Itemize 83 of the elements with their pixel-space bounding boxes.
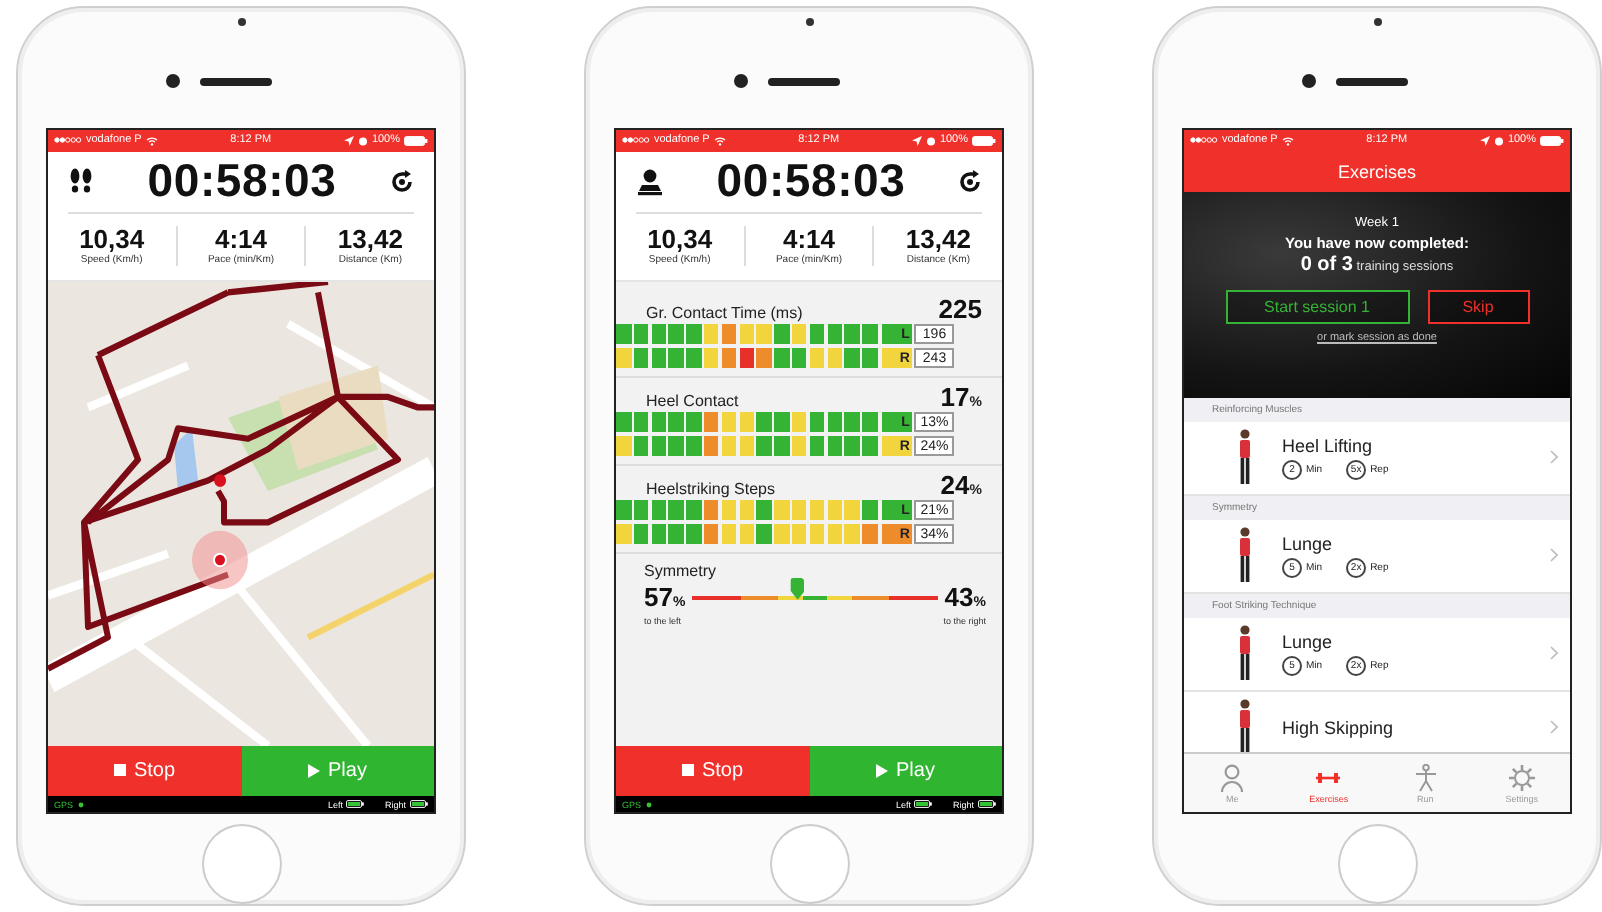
home-button[interactable] — [1337, 824, 1417, 904]
alarm-icon — [925, 135, 936, 146]
right-battery-icon — [978, 800, 996, 809]
exercise-figure — [1236, 623, 1254, 684]
stop-button[interactable]: Stop — [48, 745, 241, 796]
location-icon — [911, 135, 922, 146]
play-icon — [876, 763, 889, 778]
home-button[interactable] — [201, 824, 281, 904]
screen-title: Exercises — [1184, 151, 1570, 192]
speaker-grille — [1336, 77, 1408, 85]
stop-icon — [681, 764, 694, 777]
stat-value: 10,34 — [79, 226, 145, 255]
exercise-figure — [1236, 525, 1254, 586]
exercise-name: Heel Lifting — [1282, 435, 1375, 456]
footprints-icon — [68, 167, 94, 196]
sensor-icon — [237, 18, 245, 26]
exercise-figure — [1236, 697, 1254, 752]
metric-value: 225 — [938, 293, 982, 324]
exercise-name: Lunge — [1282, 533, 1335, 554]
refresh-icon — [390, 169, 414, 194]
alarm-icon — [357, 135, 368, 146]
speaker-grille — [200, 77, 272, 85]
stat-value: 4:14 — [214, 226, 268, 255]
stop-icon — [113, 764, 126, 777]
signal-icon — [54, 136, 82, 145]
left-battery-icon — [914, 800, 933, 809]
stop-button[interactable]: Stop — [616, 745, 809, 796]
stat-value: 4:14 — [782, 226, 836, 255]
signal-icon — [1190, 136, 1218, 145]
person-icon — [1220, 763, 1245, 792]
exercise-figure — [1236, 427, 1254, 488]
metric-title: Heel Contact — [646, 391, 739, 410]
timer-display: 00:58:03 — [147, 154, 337, 209]
play-button[interactable]: Play — [241, 745, 434, 796]
alarm-icon — [1493, 135, 1504, 146]
play-icon — [308, 763, 321, 778]
camera-icon — [166, 74, 180, 88]
speaker-grille — [768, 77, 840, 85]
exercise-name: High Skipping — [1282, 717, 1396, 738]
stat-value: 13,42 — [905, 226, 971, 255]
gps-dot-icon — [645, 801, 652, 808]
battery-icon — [1540, 135, 1565, 146]
timer-display: 00:58:03 — [716, 154, 906, 209]
sensor-icon — [1373, 18, 1381, 26]
wifi-icon — [1281, 135, 1294, 146]
symmetry-title: Symmetry — [644, 561, 718, 580]
camera-icon — [1302, 74, 1316, 88]
start-session-button[interactable]: Start session 1 — [1225, 289, 1409, 324]
skip-button[interactable]: Skip — [1427, 289, 1529, 324]
metric-value: 24 — [940, 469, 970, 500]
exercise-row[interactable]: High Skipping — [1184, 691, 1570, 752]
sensor-icon — [805, 18, 813, 26]
right-percent: 43 — [944, 581, 974, 612]
left-battery-icon — [346, 800, 365, 809]
stat-value: 10,34 — [647, 226, 713, 255]
gps-dot-icon — [77, 801, 84, 808]
camera-icon — [734, 74, 748, 88]
metric-title: Heelstriking Steps — [646, 479, 775, 498]
location-icon — [1479, 135, 1490, 146]
battery-icon — [972, 135, 997, 146]
person-pin-icon — [636, 167, 664, 196]
chevron-icon — [1550, 720, 1558, 735]
chevron-icon — [1550, 548, 1558, 563]
play-button[interactable]: Play — [809, 745, 1002, 796]
runner-icon — [1413, 763, 1438, 792]
wifi-icon — [145, 135, 158, 146]
home-button[interactable] — [769, 824, 849, 904]
chevron-icon — [1550, 450, 1558, 465]
session-count: 0 of 3 — [1300, 253, 1353, 276]
wifi-icon — [713, 135, 726, 146]
stat-value: 13,42 — [337, 226, 403, 255]
signal-icon — [622, 136, 650, 145]
exercise-name: Lunge — [1282, 631, 1335, 652]
metric-value: 17 — [940, 381, 970, 412]
refresh-icon — [958, 169, 982, 194]
chevron-icon — [1550, 646, 1558, 661]
gear-icon — [1507, 763, 1536, 792]
right-battery-icon — [410, 800, 428, 809]
metric-title: Gr. Contact Time (ms) — [646, 303, 803, 322]
symmetry-marker[interactable] — [790, 577, 805, 600]
left-percent: 57 — [644, 581, 673, 612]
location-icon — [343, 135, 354, 146]
battery-icon — [404, 135, 429, 146]
